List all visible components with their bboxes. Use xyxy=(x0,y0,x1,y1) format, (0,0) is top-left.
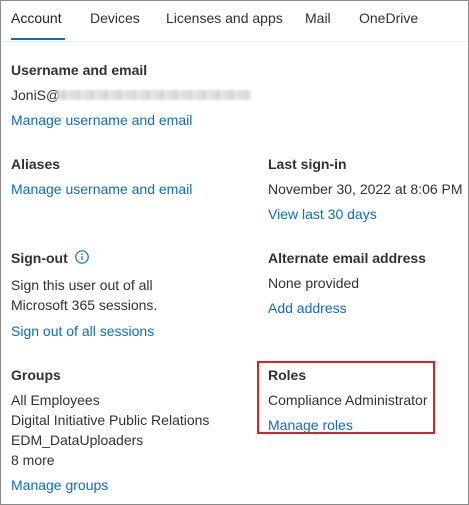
active-tab-indicator xyxy=(11,38,65,40)
groups-heading: Groups xyxy=(11,367,61,383)
manage-roles-link[interactable]: Manage roles xyxy=(268,417,353,433)
alternate-email-heading: Alternate email address xyxy=(268,250,426,266)
group-item: EDM_DataUploaders xyxy=(11,432,144,448)
roles-heading: Roles xyxy=(268,367,307,383)
signout-heading: Sign-out xyxy=(11,250,68,266)
username-heading: Username and email xyxy=(11,62,148,78)
user-details-panel: Account Devices Licenses and apps Mail O… xyxy=(0,0,469,505)
groups-more-count: 8 more xyxy=(11,452,55,468)
tab-devices[interactable]: Devices xyxy=(90,10,140,26)
signout-description-line2: Microsoft 365 sessions. xyxy=(11,297,158,313)
tab-account[interactable]: Account xyxy=(11,10,62,26)
signout-description-line1: Sign this user out of all xyxy=(11,277,153,293)
tab-licenses-and-apps[interactable]: Licenses and apps xyxy=(166,10,283,26)
aliases-heading: Aliases xyxy=(11,156,61,172)
tab-bar: Account Devices Licenses and apps Mail O… xyxy=(1,1,468,41)
redacted-domain xyxy=(57,90,251,100)
tab-mail[interactable]: Mail xyxy=(305,10,331,26)
manage-aliases-link[interactable]: Manage username and email xyxy=(11,181,192,197)
manage-groups-link[interactable]: Manage groups xyxy=(11,477,108,493)
roles-value: Compliance Administrator xyxy=(268,392,428,408)
manage-username-link[interactable]: Manage username and email xyxy=(11,112,192,128)
tab-divider xyxy=(1,41,468,42)
sign-out-all-sessions-link[interactable]: Sign out of all sessions xyxy=(11,323,154,339)
last-signin-value: November 30, 2022 at 8:06 PM xyxy=(268,181,463,197)
group-item: Digital Initiative Public Relations xyxy=(11,412,210,428)
view-last-30-days-link[interactable]: View last 30 days xyxy=(268,206,377,222)
last-signin-heading: Last sign-in xyxy=(268,156,347,172)
tab-onedrive[interactable]: OneDrive xyxy=(359,10,418,26)
alternate-email-value: None provided xyxy=(268,275,360,291)
add-address-link[interactable]: Add address xyxy=(268,300,347,316)
info-icon[interactable] xyxy=(75,250,89,264)
group-item: All Employees xyxy=(11,392,100,408)
username-value: JoniS@ xyxy=(11,87,61,103)
